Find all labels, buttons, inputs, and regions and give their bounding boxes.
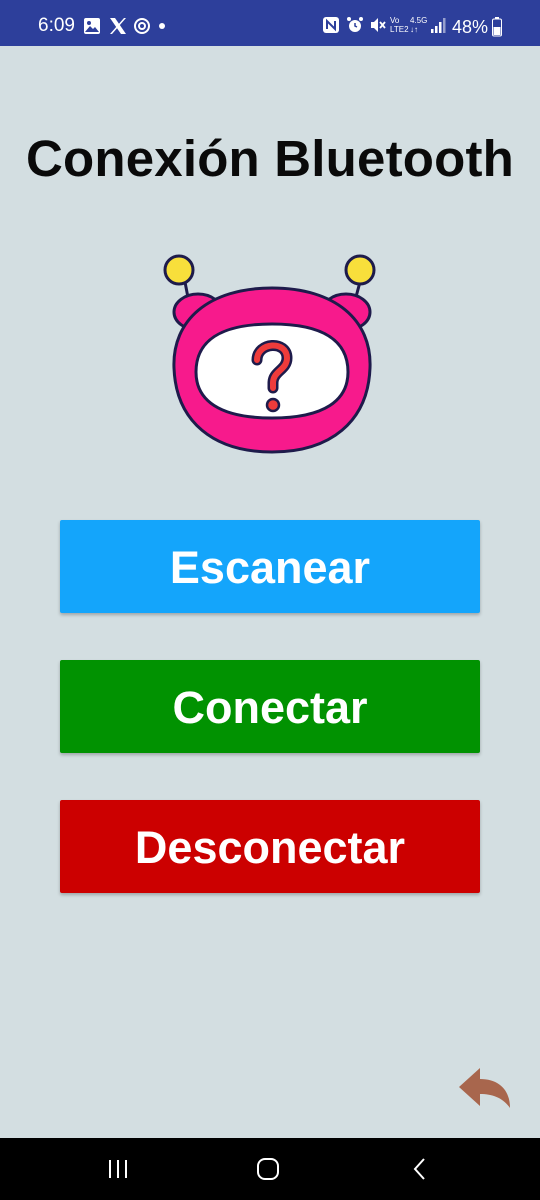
back-icon[interactable] xyxy=(405,1156,435,1182)
sync-icon xyxy=(134,18,150,34)
disconnect-button[interactable]: Desconectar xyxy=(60,800,480,893)
back-arrow-icon[interactable] xyxy=(455,1066,513,1111)
home-icon[interactable] xyxy=(253,1156,283,1182)
robot-question-icon xyxy=(163,254,376,454)
network-4-5g-icon: 4.5G ↓↑ xyxy=(410,16,428,34)
dot-icon xyxy=(159,23,165,29)
volte-icon: Vo LTE2 xyxy=(390,16,409,34)
navigation-bar xyxy=(0,1138,540,1200)
recent-apps-icon[interactable] xyxy=(103,1156,133,1182)
nfc-icon xyxy=(323,17,339,33)
connect-button[interactable]: Conectar xyxy=(60,660,480,753)
mute-icon xyxy=(371,18,386,32)
status-time: 6:09 xyxy=(38,15,75,36)
gallery-icon xyxy=(84,18,100,34)
scan-button[interactable]: Escanear xyxy=(60,520,480,613)
alarm-icon xyxy=(347,17,363,32)
battery-icon xyxy=(492,17,502,37)
x-logo-icon xyxy=(110,18,126,34)
page-title: Conexión Bluetooth xyxy=(25,130,515,187)
signal-icon xyxy=(431,18,446,33)
status-bar: 6:09 Vo LTE2 4.5G ↓↑ 48% xyxy=(0,0,540,46)
battery-percent: 48% xyxy=(452,17,489,37)
